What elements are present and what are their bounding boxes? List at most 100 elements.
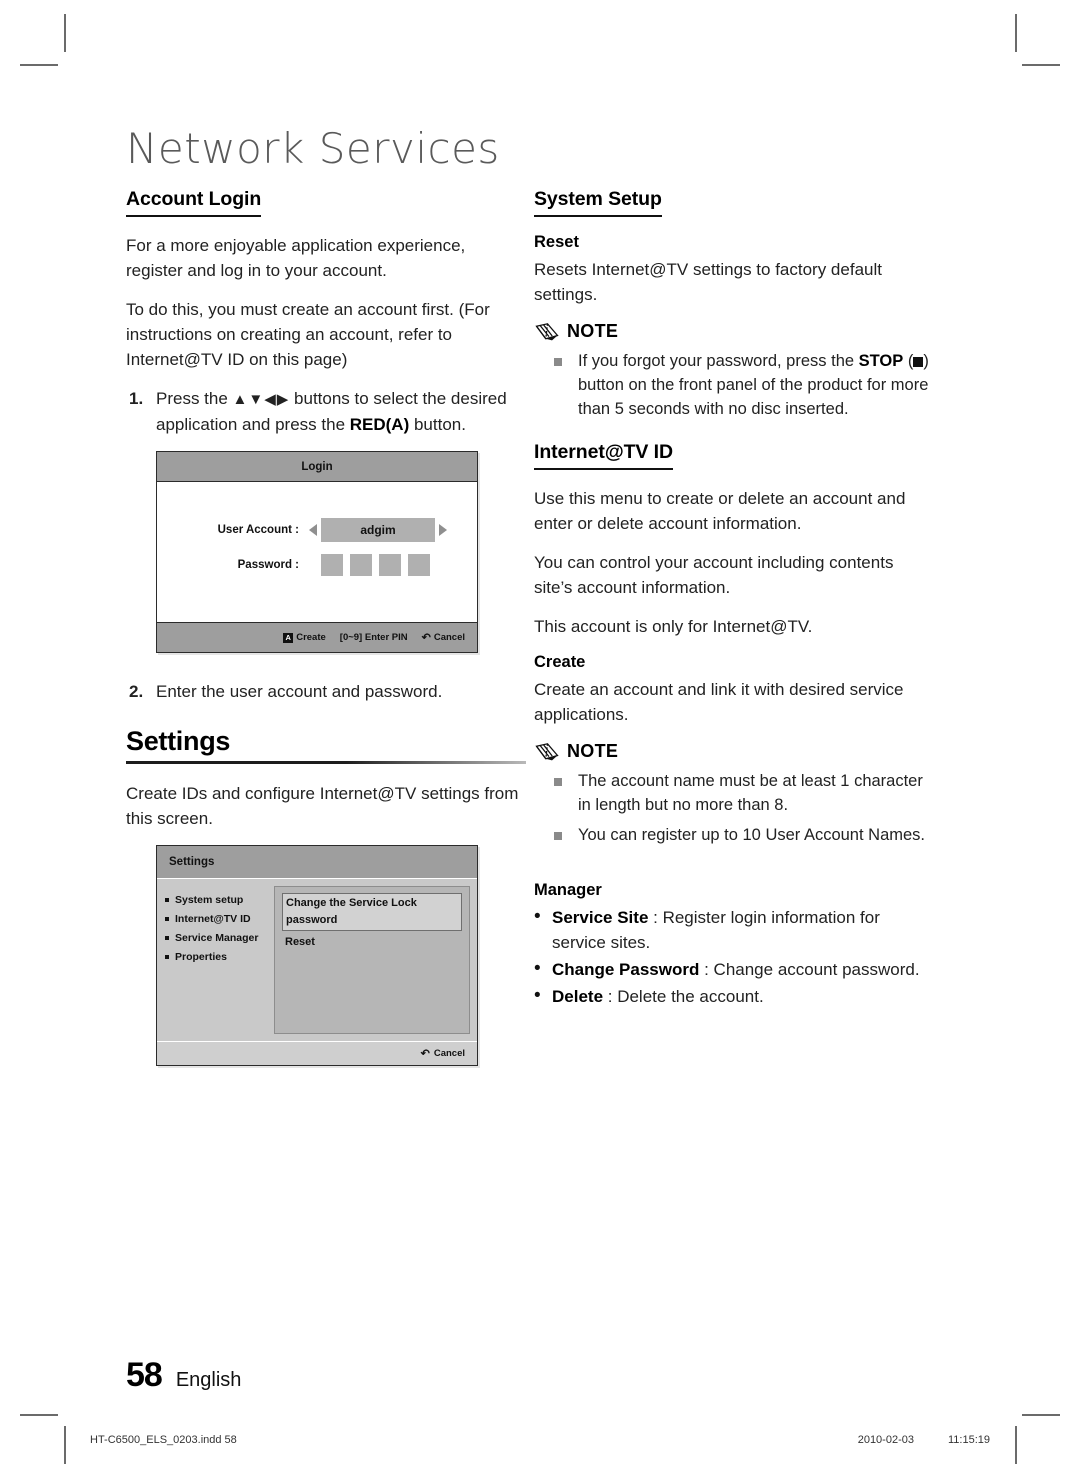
reset-paragraph: Resets Internet@TV settings to factory d… — [534, 260, 882, 304]
login-user-account-value[interactable]: adgim — [321, 518, 435, 542]
account-login-paragraph-1: For a more enjoyable application experie… — [126, 236, 466, 280]
settings-screenshot: Settings System setup Internet@TV ID Ser… — [156, 845, 478, 1066]
login-enter-pin-label: [0~9] Enter PIN — [339, 632, 408, 643]
login-password-field[interactable] — [321, 554, 430, 576]
login-create-label: Create — [296, 632, 326, 643]
password-digit-box — [321, 554, 343, 576]
password-digit-box — [379, 554, 401, 576]
settings-pane-item-change-service-lock-password[interactable]: Change the Service Lock password — [282, 893, 462, 931]
chapter-title: Network Services — [126, 124, 500, 173]
login-screenshot-body: User Account : adgim Password : — [157, 482, 477, 622]
subsection-heading-reset: Reset — [534, 233, 579, 251]
return-arrow-icon: ↶ — [421, 632, 431, 644]
return-arrow-icon: ↶ — [420, 1048, 430, 1060]
crop-mark-bottom-right-horizontal — [1022, 1414, 1060, 1416]
login-create-action[interactable]: A Create — [283, 632, 326, 643]
account-login-paragraph-2: To do this, you must create an account f… — [126, 300, 490, 369]
login-screenshot-title: Login — [157, 452, 477, 482]
chevron-left-icon[interactable] — [309, 524, 317, 536]
pencil-icon — [535, 323, 559, 341]
page-footer: 58 English — [126, 1356, 241, 1395]
pencil-icon — [535, 743, 559, 761]
manager-list: Service Site : Register login informatio… — [534, 904, 934, 1009]
settings-screenshot-footer: ↶ Cancel — [157, 1041, 477, 1065]
manager-desc-delete: : Delete the account. — [603, 987, 764, 1006]
step-1-red-a-label: RED(A) — [349, 415, 410, 434]
settings-nav-list: System setup Internet@TV ID Service Mana… — [164, 886, 268, 1034]
step-2-text: Enter the user account and password. — [156, 682, 443, 701]
note-item-account-name-length: The account name must be at least 1 char… — [552, 769, 934, 817]
settings-nav-item-properties[interactable]: Properties — [164, 949, 268, 966]
subsection-heading-manager: Manager — [534, 881, 602, 899]
login-user-account-row: User Account : adgim — [157, 518, 477, 542]
print-footer-time: 11:15:19 — [947, 1434, 990, 1446]
section-heading-system-setup: System Setup — [534, 188, 662, 217]
manager-item-delete: Delete : Delete the account. — [534, 983, 934, 1009]
manager-item-service-site: Service Site : Register login informatio… — [534, 904, 934, 955]
password-digit-box — [408, 554, 430, 576]
manager-desc-change-password: : Change account password. — [699, 960, 920, 979]
settings-paragraph-1: Create IDs and configure Internet@TV set… — [126, 784, 519, 828]
login-screenshot-footer: A Create [0~9] Enter PIN ↶ Cancel — [157, 622, 477, 652]
section-heading-settings: Settings — [126, 726, 231, 756]
red-a-key-icon: A — [283, 632, 294, 643]
login-cancel-label: Cancel — [433, 632, 465, 643]
note-heading-1: NOTE — [534, 321, 934, 342]
chevron-right-icon[interactable] — [439, 524, 447, 536]
print-footer-timestamp: 2010-02-03 11:15:19 — [858, 1434, 990, 1446]
page-language: English — [175, 1369, 242, 1391]
login-user-account-label: User Account : — [217, 524, 299, 536]
settings-cancel-label[interactable]: Cancel — [434, 1048, 465, 1059]
note-item-1-stop-label: STOP — [858, 352, 904, 370]
note-list-1: If you forgot your password, press the S… — [552, 349, 934, 421]
create-paragraph: Create an account and link it with desir… — [534, 680, 904, 724]
crop-mark-bottom-right-vertical — [1015, 1426, 1017, 1464]
step-2: 2. Enter the user account and password. — [126, 679, 526, 704]
note-list-2: The account name must be at least 1 char… — [552, 769, 934, 847]
manager-item-change-password: Change Password : Change account passwor… — [534, 956, 934, 982]
right-column: System Setup Reset Resets Internet@TV se… — [534, 188, 934, 1011]
settings-nav-item-system-setup[interactable]: System setup — [164, 892, 268, 909]
section-heading-account-login: Account Login — [126, 188, 261, 217]
settings-nav-item-service-manager[interactable]: Service Manager — [164, 930, 268, 947]
subsection-heading-create: Create — [534, 653, 586, 671]
print-footer-date: 2010-02-03 — [857, 1434, 914, 1446]
internet-tv-id-paragraph-3: This account is only for Internet@TV. — [534, 617, 813, 636]
login-cancel-action[interactable]: ↶ Cancel — [422, 631, 465, 644]
print-footer: HT-C6500_ELS_0203.indd 58 2010-02-03 11:… — [90, 1434, 990, 1446]
crop-mark-top-right-vertical — [1015, 14, 1017, 52]
login-password-row: Password : — [157, 554, 477, 576]
crop-mark-top-right-horizontal — [1022, 64, 1060, 66]
stop-square-icon — [913, 357, 924, 367]
step-1-text-a: Press the — [156, 389, 233, 408]
settings-screenshot-body: System setup Internet@TV ID Service Mana… — [157, 879, 477, 1041]
crop-mark-bottom-left-horizontal — [20, 1414, 58, 1416]
note-label-2: NOTE — [567, 741, 619, 761]
print-footer-filename: HT-C6500_ELS_0203.indd 58 — [90, 1434, 237, 1446]
settings-nav-item-internet-tv-id[interactable]: Internet@TV ID — [164, 911, 268, 928]
note-label-1: NOTE — [567, 321, 619, 341]
password-digit-box — [350, 554, 372, 576]
settings-screenshot-title: Settings — [157, 846, 477, 879]
step-1-text: Press the ▲▼◀▶ buttons to select the des… — [156, 386, 526, 437]
step-1: 1. Press the ▲▼◀▶ buttons to select the … — [126, 386, 526, 437]
note-heading-2: NOTE — [534, 741, 934, 762]
step-1-text-c: button. — [409, 415, 466, 434]
settings-detail-pane: Change the Service Lock password Reset — [274, 886, 470, 1034]
login-enter-pin-hint: [0~9] Enter PIN — [340, 632, 408, 643]
internet-tv-id-paragraph-1: Use this menu to create or delete an acc… — [534, 489, 906, 533]
note-item-stop-button: If you forgot your password, press the S… — [552, 349, 934, 421]
internet-tv-id-paragraph-2: You can control your account including c… — [534, 553, 894, 597]
settings-section: Settings Create IDs and configure Intern… — [126, 726, 526, 831]
crop-mark-bottom-left-vertical — [64, 1426, 66, 1464]
section-heading-internet-tv-id: Internet@TV ID — [534, 441, 673, 470]
manager-term-change-password: Change Password — [552, 960, 700, 979]
login-screenshot: Login User Account : adgim Password : A … — [156, 451, 478, 653]
settings-heading-rule — [126, 761, 526, 764]
settings-pane-item-reset[interactable]: Reset — [282, 933, 462, 952]
note-item-account-name-count: You can register up to 10 User Account N… — [552, 823, 934, 847]
manager-term-service-site: Service Site — [552, 908, 649, 927]
login-password-label: Password : — [237, 559, 299, 571]
